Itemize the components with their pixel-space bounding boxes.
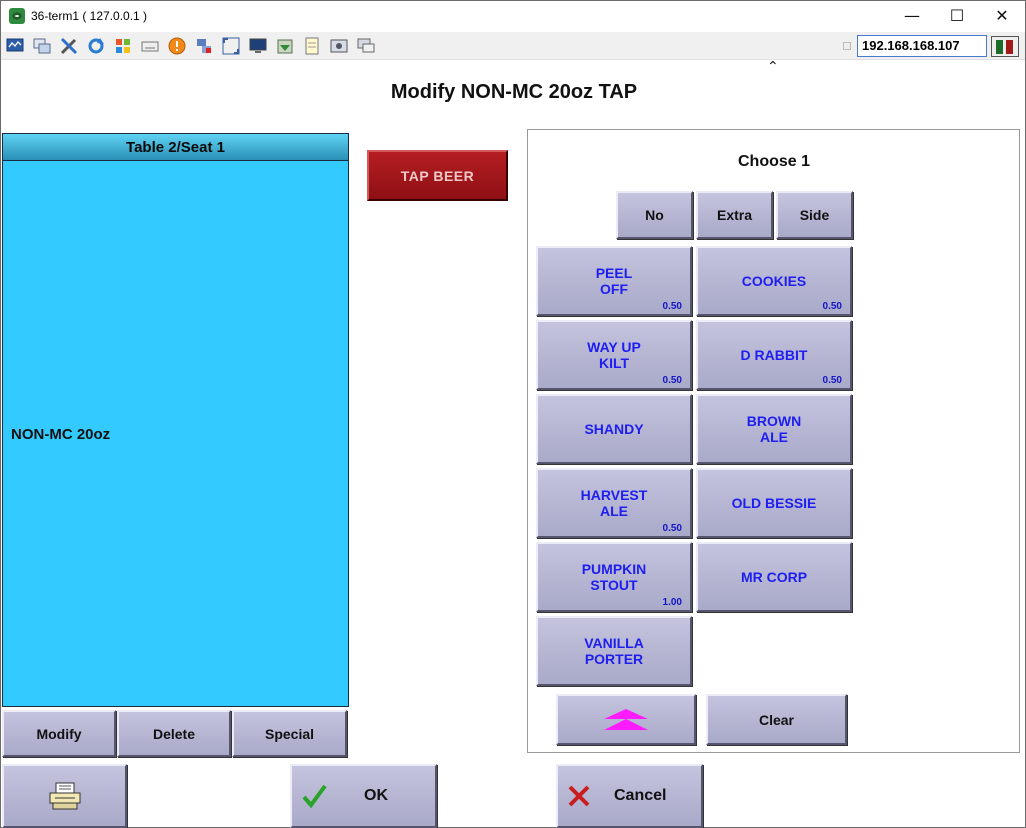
- keyboard-icon[interactable]: [140, 36, 160, 56]
- print-button[interactable]: [2, 764, 127, 828]
- maximize-button[interactable]: ☐: [934, 1, 980, 31]
- extra-button[interactable]: Extra: [696, 191, 773, 239]
- modifier-name-line1: HARVEST: [580, 487, 648, 503]
- close-button[interactable]: ✕: [979, 1, 1025, 31]
- modifier-name-line1: WAY UP: [587, 339, 641, 355]
- title-bar: 36-term1 ( 127.0.0.1 ) — ☐ ✕: [1, 1, 1025, 31]
- screenshot-icon[interactable]: [329, 36, 349, 56]
- collapse-caret-icon[interactable]: ⌃: [767, 59, 779, 75]
- modifier-price: 0.50: [822, 375, 842, 386]
- modifier-cookies[interactable]: COOKIES 0.50: [696, 246, 852, 316]
- modifier-name-line2: OFF: [600, 281, 628, 297]
- modifier-name-line2: ALE: [600, 503, 628, 519]
- order-header: Table 2/Seat 1: [3, 134, 348, 161]
- windows-flag-icon[interactable]: [113, 36, 133, 56]
- notepad-icon[interactable]: [302, 36, 322, 56]
- delete-button[interactable]: Delete: [117, 710, 231, 757]
- ok-button[interactable]: OK: [290, 764, 437, 828]
- modifier-name-line2: STOUT: [590, 577, 638, 593]
- modifier-name-line2: ALE: [760, 429, 788, 445]
- modifier-mr-corp[interactable]: MR CORP: [696, 542, 852, 612]
- choose-label: Choose 1: [737, 153, 810, 170]
- modifier-name-line1: SHANDY: [584, 421, 644, 437]
- modifier-name-line1: PUMPKIN: [581, 561, 647, 577]
- modifier-d-rabbit[interactable]: D RABBIT 0.50: [696, 320, 852, 390]
- modifier-shandy[interactable]: SHANDY: [536, 394, 692, 464]
- ok-label: OK: [364, 787, 388, 804]
- page-title: Modify NON-MC 20oz TAP: [390, 81, 638, 103]
- windows-icon[interactable]: [32, 36, 52, 56]
- modifier-name-line2: PORTER: [584, 651, 644, 667]
- special-button[interactable]: Special: [232, 710, 347, 757]
- modifier-price: 1.00: [662, 597, 682, 608]
- fullscreen-icon[interactable]: [221, 36, 241, 56]
- no-button[interactable]: No: [616, 191, 693, 239]
- modifier-harvest-ale[interactable]: HARVEST ALE 0.50: [536, 468, 692, 538]
- monitor-icon[interactable]: [5, 36, 25, 56]
- clear-button[interactable]: Clear: [706, 694, 847, 745]
- cancel-x-icon: [568, 785, 590, 807]
- network-icon[interactable]: [194, 36, 214, 56]
- checkmark-icon: [302, 784, 327, 809]
- modifier-name-line1: MR CORP: [740, 569, 808, 585]
- modifier-name-line1: D RABBIT: [740, 347, 808, 363]
- modifier-price: 0.50: [822, 301, 842, 312]
- order-line-item[interactable]: NON-MC 20oz: [11, 426, 110, 443]
- modifier-name-line1: BROWN: [746, 413, 802, 429]
- pos-window: 36-term1 ( 127.0.0.1 ) — ☐ ✕ 192.168.168…: [0, 0, 1026, 828]
- modifier-pumpkin-stout[interactable]: PUMPKIN STOUT 1.00: [536, 542, 692, 612]
- download-icon[interactable]: [275, 36, 295, 56]
- modifier-price: 0.50: [662, 523, 682, 534]
- scroll-up-button[interactable]: [556, 694, 696, 745]
- modifier-name-line1: OLD BESSIE: [731, 495, 817, 511]
- modifier-name-line1: VANILLA: [584, 635, 644, 651]
- display-icon[interactable]: [248, 36, 268, 56]
- cancel-label: Cancel: [614, 787, 667, 804]
- order-panel: Table 2/Seat 1 NON-MC 20oz: [2, 133, 349, 707]
- side-button[interactable]: Side: [776, 191, 853, 239]
- modify-button[interactable]: Modify: [2, 710, 116, 757]
- double-chevron-up-icon: [604, 708, 648, 730]
- modifier-name-line2: KILT: [598, 355, 630, 371]
- ip-address-field[interactable]: 192.168.168.107: [857, 35, 987, 57]
- modifier-brown-ale[interactable]: BROWN ALE: [696, 394, 852, 464]
- modifier-old-bessie[interactable]: OLD BESSIE: [696, 468, 852, 538]
- window-title: 36-term1 ( 127.0.0.1 ): [31, 9, 148, 23]
- minimize-button[interactable]: —: [889, 1, 935, 31]
- alert-icon[interactable]: [167, 36, 187, 56]
- modifier-name-line1: COOKIES: [741, 273, 807, 289]
- refresh-icon[interactable]: [86, 36, 106, 56]
- modifier-price: 0.50: [662, 375, 682, 386]
- tap-beer-category-button[interactable]: TAP BEER: [367, 150, 508, 201]
- chat-icon[interactable]: [356, 36, 376, 56]
- tools-icon[interactable]: [59, 36, 79, 56]
- status-flag-icon[interactable]: [991, 36, 1019, 57]
- remote-toolbar: 192.168.168.107: [1, 32, 1025, 60]
- modifier-price: 0.50: [662, 301, 682, 312]
- modifier-way-up-kilt[interactable]: WAY UP KILT 0.50: [536, 320, 692, 390]
- modifier-peel-off[interactable]: PEEL OFF 0.50: [536, 246, 692, 316]
- cancel-button[interactable]: Cancel: [556, 764, 703, 828]
- connection-indicator: [843, 42, 851, 50]
- modifier-vanilla-porter[interactable]: VANILLA PORTER: [536, 616, 692, 686]
- printer-icon: [49, 782, 80, 810]
- app-eye-icon: [9, 8, 25, 24]
- modifier-name-line1: PEEL: [595, 265, 633, 281]
